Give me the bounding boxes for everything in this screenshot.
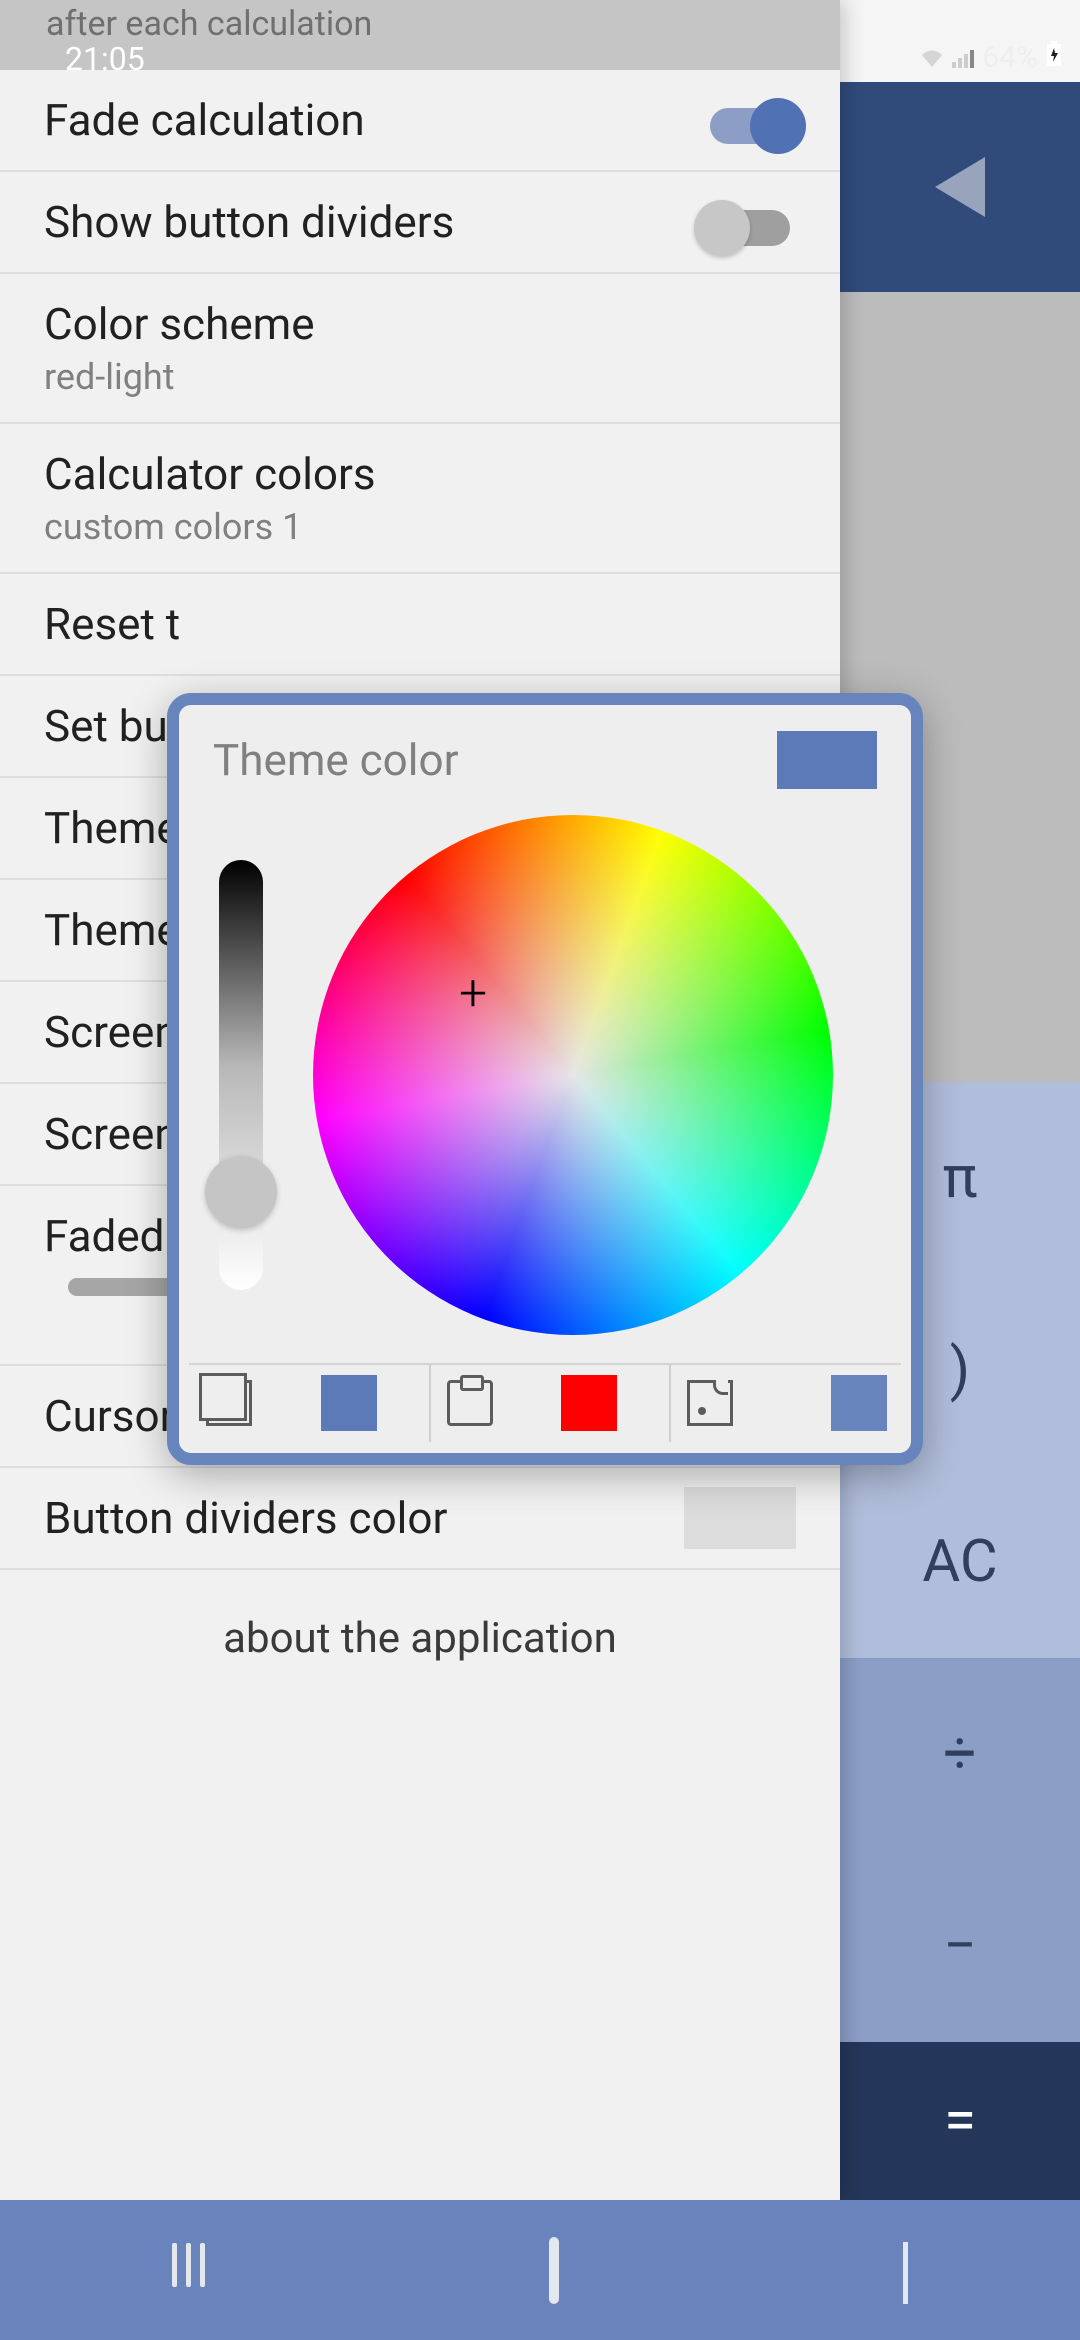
preset-color-blue-2[interactable]	[749, 1364, 901, 1442]
color-cursor-icon[interactable]: +	[459, 965, 487, 1023]
home-icon	[549, 2237, 559, 2304]
dialog-title: Theme color	[213, 734, 458, 786]
preset-color-blue[interactable]	[269, 1364, 429, 1442]
blue-swatch-icon	[321, 1375, 377, 1431]
selected-color-swatch	[777, 731, 877, 789]
color-tool-row	[189, 1363, 901, 1441]
clipboard-icon	[447, 1380, 493, 1426]
nav-back-button[interactable]	[903, 2242, 908, 2299]
brightness-slider[interactable]	[219, 860, 263, 1290]
preset-color-red[interactable]	[509, 1364, 669, 1442]
brightness-knob[interactable]	[205, 1156, 277, 1228]
save-color-button[interactable]	[669, 1364, 749, 1442]
nav-home-button[interactable]	[549, 2242, 559, 2299]
recents-icon	[172, 2243, 205, 2287]
paste-color-button[interactable]	[429, 1364, 509, 1442]
blue2-swatch-icon	[831, 1375, 887, 1431]
back-icon	[903, 2242, 908, 2304]
color-picker-dialog: Theme color +	[167, 693, 923, 1465]
nav-recents-button[interactable]	[172, 2242, 205, 2299]
save-icon	[687, 1380, 733, 1426]
copy-icon	[206, 1380, 252, 1426]
color-wheel[interactable]: +	[313, 815, 833, 1335]
red-swatch-icon	[561, 1375, 617, 1431]
navigation-bar	[0, 2200, 1080, 2340]
copy-color-button[interactable]	[189, 1364, 269, 1442]
